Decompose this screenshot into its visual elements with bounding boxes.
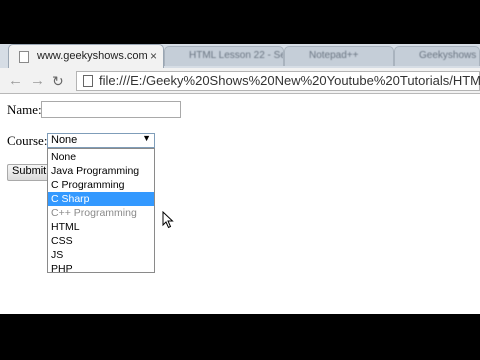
course-option-none[interactable]: None bbox=[48, 150, 154, 164]
close-icon[interactable]: × bbox=[150, 49, 157, 63]
tab-background-3-title: Geekyshows bbox=[419, 50, 477, 61]
tab-background-2[interactable]: Notepad++ bbox=[284, 46, 394, 66]
page-content: Name: Course: None ▼ Submit None Java Pr… bbox=[0, 94, 480, 314]
course-select-value: None bbox=[51, 134, 78, 146]
course-option-js[interactable]: JS bbox=[48, 248, 154, 262]
dropdown-arrow-icon: ▼ bbox=[142, 133, 151, 143]
address-bar[interactable]: file:///E:/Geeky%20Shows%20New%20Youtube… bbox=[76, 71, 480, 91]
tab-background-1-title: HTML Lesson 22 - Selection attributes bbox=[189, 50, 283, 61]
page-icon bbox=[19, 51, 29, 63]
course-option-html[interactable]: HTML bbox=[48, 220, 154, 234]
course-select[interactable]: None ▼ bbox=[47, 133, 155, 148]
submit-button[interactable]: Submit bbox=[7, 164, 49, 181]
tab-background-1[interactable]: HTML Lesson 22 - Selection attributes bbox=[164, 46, 284, 66]
course-option-css[interactable]: CSS bbox=[48, 234, 154, 248]
forward-arrow-icon[interactable]: → bbox=[30, 72, 45, 90]
course-option-c[interactable]: C Programming bbox=[48, 178, 154, 192]
tab-title: www.geekyshows.com bbox=[37, 50, 148, 62]
course-option-cpp: C++ Programming bbox=[51, 207, 137, 219]
tab-background-3[interactable]: Geekyshows bbox=[394, 46, 480, 66]
screen: www.geekyshows.com × HTML Lesson 22 - Se… bbox=[0, 0, 480, 360]
course-option-java[interactable]: Java Programming bbox=[48, 164, 154, 178]
back-arrow-icon[interactable]: ← bbox=[8, 72, 23, 90]
url-text: file:///E:/Geeky%20Shows%20New%20Youtube… bbox=[99, 73, 480, 88]
mouse-cursor-icon bbox=[162, 211, 174, 229]
tab-active[interactable]: www.geekyshows.com × bbox=[8, 44, 164, 68]
document-icon bbox=[83, 75, 93, 87]
course-option-php[interactable]: PHP bbox=[48, 262, 154, 276]
letterbox-top bbox=[0, 0, 480, 44]
letterbox-bottom bbox=[0, 314, 480, 360]
toolbar: ← → ↻ file:///E:/Geeky%20Shows%20New%20Y… bbox=[0, 68, 480, 94]
tab-background-2-title: Notepad++ bbox=[309, 50, 359, 61]
reload-icon[interactable]: ↻ bbox=[52, 72, 64, 90]
course-label: Course: bbox=[7, 133, 48, 148]
course-dropdown-list: None Java Programming C Programming C Sh… bbox=[47, 148, 155, 276]
course-option-csharp[interactable]: C Sharp bbox=[48, 192, 154, 206]
name-input[interactable] bbox=[41, 101, 181, 118]
name-label: Name: bbox=[7, 102, 42, 117]
